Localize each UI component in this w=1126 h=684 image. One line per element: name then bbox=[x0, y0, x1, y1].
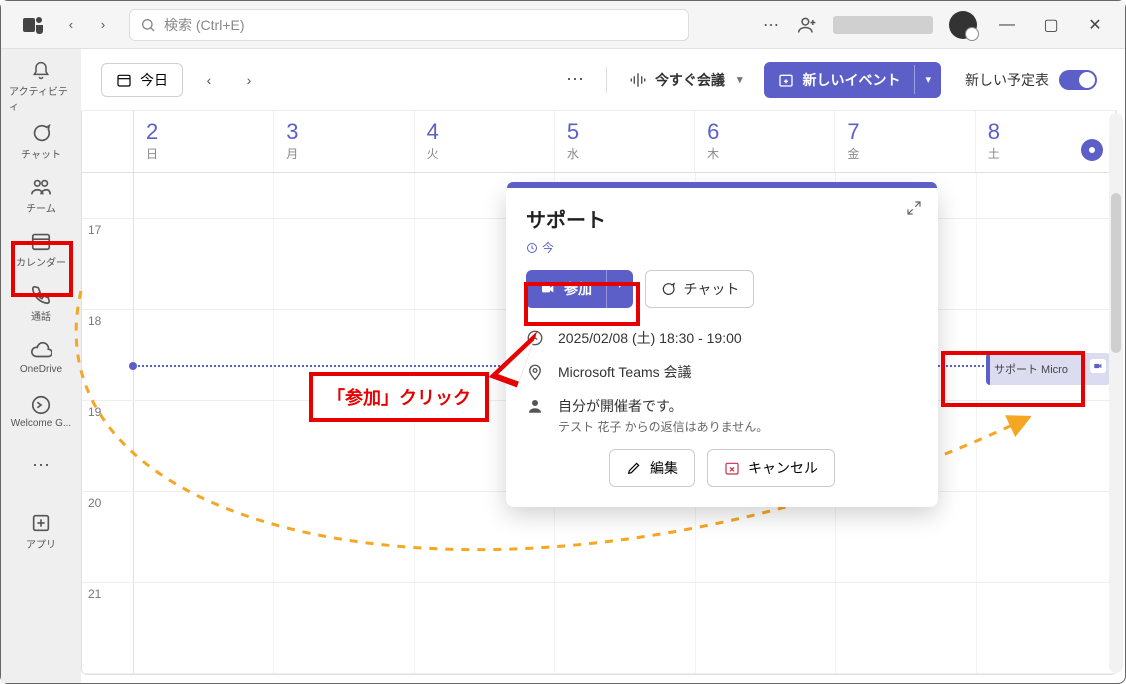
event-title: サポート bbox=[526, 204, 918, 233]
day-header-today[interactable]: 8土 bbox=[976, 111, 1116, 172]
phone-icon bbox=[30, 284, 52, 306]
titlebar: ‹ › 検索 (Ctrl+E) ⋯ — ▢ ✕ bbox=[1, 1, 1125, 49]
day-header[interactable]: 2日 bbox=[134, 111, 274, 172]
vertical-scrollbar[interactable] bbox=[1109, 113, 1123, 673]
join-dropdown[interactable]: ▾ bbox=[606, 270, 633, 308]
chat-button[interactable]: チャット bbox=[645, 270, 755, 308]
search-input[interactable]: 検索 (Ctrl+E) bbox=[129, 9, 689, 41]
app-icon bbox=[30, 394, 52, 416]
day-header[interactable]: 5水 bbox=[555, 111, 695, 172]
video-icon bbox=[540, 281, 556, 297]
window-maximize-button[interactable]: ▢ bbox=[1029, 3, 1073, 47]
search-placeholder: 検索 (Ctrl+E) bbox=[164, 15, 245, 35]
clock-icon bbox=[526, 242, 538, 254]
prev-week-button[interactable]: ‹ bbox=[195, 66, 223, 94]
chevron-down-icon: ▾ bbox=[737, 73, 743, 86]
account-name-redacted bbox=[833, 16, 933, 34]
calendar-toolbar: 今日 ‹ › ⋯ 今すぐ会議 ▾ 新しいイベント ▾ 新しい予定表 bbox=[81, 49, 1117, 111]
next-week-button[interactable]: › bbox=[235, 66, 263, 94]
event-time-pill: 今 bbox=[526, 239, 918, 256]
nav-forward-button[interactable]: › bbox=[89, 11, 117, 39]
join-split-button[interactable]: 参加 ▾ bbox=[526, 270, 633, 308]
meet-now-icon bbox=[629, 71, 647, 89]
people-icon bbox=[30, 176, 52, 198]
day-header[interactable]: 7金 bbox=[835, 111, 975, 172]
event-details-popup: サポート 今 参加 ▾ チャット 2025/02/08 (土) 18:30 - … bbox=[506, 186, 938, 507]
schedule-view-toggle[interactable]: 新しい予定表 bbox=[965, 70, 1097, 90]
cloud-icon bbox=[30, 340, 52, 362]
event-location-row: Microsoft Teams 会議 bbox=[526, 362, 918, 382]
new-event-split-button[interactable]: 新しいイベント ▾ bbox=[764, 62, 941, 98]
new-event-button[interactable]: 新しいイベント bbox=[764, 62, 914, 98]
avatar[interactable] bbox=[949, 11, 977, 39]
annotation-callout: 「参加」クリック bbox=[309, 372, 489, 422]
bell-icon bbox=[30, 61, 52, 81]
rail-onedrive[interactable]: OneDrive bbox=[9, 331, 73, 383]
toolbar-more-button[interactable]: ⋯ bbox=[558, 69, 594, 90]
calendar-today-icon bbox=[116, 72, 132, 88]
more-icon[interactable]: ⋯ bbox=[753, 7, 789, 43]
day-header[interactable]: 6木 bbox=[695, 111, 835, 172]
today-button[interactable]: 今日 bbox=[101, 63, 183, 97]
meet-now-button[interactable]: 今すぐ会議 ▾ bbox=[619, 64, 753, 96]
chat-icon bbox=[30, 122, 52, 144]
teams-logo-icon bbox=[21, 13, 45, 37]
toggle-on-icon[interactable] bbox=[1059, 70, 1097, 90]
event-organizer-row: 自分が開催者です。 テスト 花子 からの返信はありません。 bbox=[526, 396, 918, 435]
event-datetime-row: 2025/02/08 (土) 18:30 - 19:00 bbox=[526, 328, 918, 348]
side-rail: アクティビティ チャット チーム カレンダー 通話 OneDrive Welco… bbox=[1, 49, 81, 683]
join-button[interactable]: 参加 bbox=[526, 270, 606, 308]
hour-label: 21 bbox=[82, 583, 134, 673]
rail-chat[interactable]: チャット bbox=[9, 115, 73, 167]
video-icon bbox=[1090, 359, 1106, 373]
rail-calls[interactable]: 通話 bbox=[9, 277, 73, 329]
rail-welcome[interactable]: Welcome G... bbox=[9, 385, 73, 437]
day-header[interactable]: 4火 bbox=[415, 111, 555, 172]
rail-activity[interactable]: アクティビティ bbox=[9, 61, 73, 113]
calendar-header-row: 2日 3月 4火 5水 6木 7金 8土 bbox=[82, 111, 1116, 173]
location-pin-icon[interactable] bbox=[1081, 139, 1103, 161]
nav-back-button[interactable]: ‹ bbox=[57, 11, 85, 39]
search-icon bbox=[140, 17, 156, 33]
rail-apps[interactable]: アプリ bbox=[9, 505, 73, 557]
person-icon bbox=[526, 397, 544, 415]
day-header[interactable]: 3月 bbox=[274, 111, 414, 172]
rail-calendar[interactable]: カレンダー bbox=[9, 223, 73, 275]
edit-button[interactable]: 編集 bbox=[609, 449, 695, 487]
chat-icon bbox=[660, 281, 676, 297]
location-icon bbox=[526, 363, 544, 381]
new-event-dropdown[interactable]: ▾ bbox=[914, 65, 941, 94]
hour-label: 19 bbox=[82, 401, 134, 491]
plus-square-icon bbox=[30, 512, 52, 534]
rail-teams[interactable]: チーム bbox=[9, 169, 73, 221]
rail-more[interactable]: ⋯ bbox=[9, 439, 73, 491]
hour-label: 17 bbox=[82, 219, 134, 309]
calendar-cancel-icon bbox=[724, 460, 740, 476]
calendar-event-block[interactable]: サポート Micro bbox=[986, 353, 1110, 385]
cancel-button[interactable]: キャンセル bbox=[707, 449, 835, 487]
history-nav: ‹ › bbox=[57, 11, 117, 39]
window-close-button[interactable]: ✕ bbox=[1073, 3, 1117, 47]
hour-label: 18 bbox=[82, 310, 134, 400]
calendar-plus-icon bbox=[778, 72, 794, 88]
calendar-icon bbox=[30, 230, 52, 252]
pencil-icon bbox=[626, 460, 642, 476]
expand-icon[interactable] bbox=[906, 200, 922, 221]
window-minimize-button[interactable]: — bbox=[985, 3, 1029, 47]
hour-label: 20 bbox=[82, 492, 134, 582]
people-add-icon[interactable] bbox=[789, 7, 825, 43]
